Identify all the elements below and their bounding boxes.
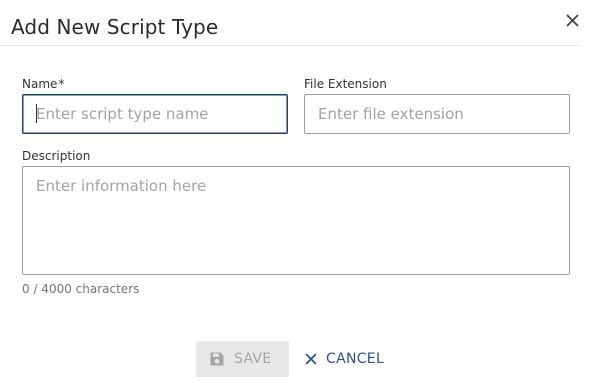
required-mark: * — [58, 77, 65, 91]
dialog-title: Add New Script Type — [11, 15, 219, 39]
save-button-label: SAVE — [234, 351, 272, 367]
close-button[interactable] — [563, 11, 581, 29]
name-label-text: Name — [22, 77, 58, 91]
close-icon — [566, 14, 578, 26]
description-label: Description — [22, 149, 91, 163]
close-icon — [305, 353, 317, 365]
cancel-button[interactable]: CANCEL — [302, 341, 394, 377]
dialog-header: Add New Script Type — [0, 0, 580, 46]
file-extension-label: File Extension — [304, 77, 387, 91]
file-extension-input[interactable] — [304, 94, 570, 134]
add-script-type-dialog: Add New Script Type Name* File Extension… — [0, 0, 592, 383]
character-counter: 0 / 4000 characters — [22, 282, 140, 296]
description-textarea[interactable] — [22, 166, 570, 275]
save-button[interactable]: SAVE — [196, 341, 289, 377]
name-field-label: Name* — [22, 77, 64, 91]
cancel-button-label: CANCEL — [326, 351, 385, 367]
text-caret — [36, 104, 37, 123]
save-icon — [210, 352, 224, 366]
name-input[interactable] — [22, 94, 288, 134]
